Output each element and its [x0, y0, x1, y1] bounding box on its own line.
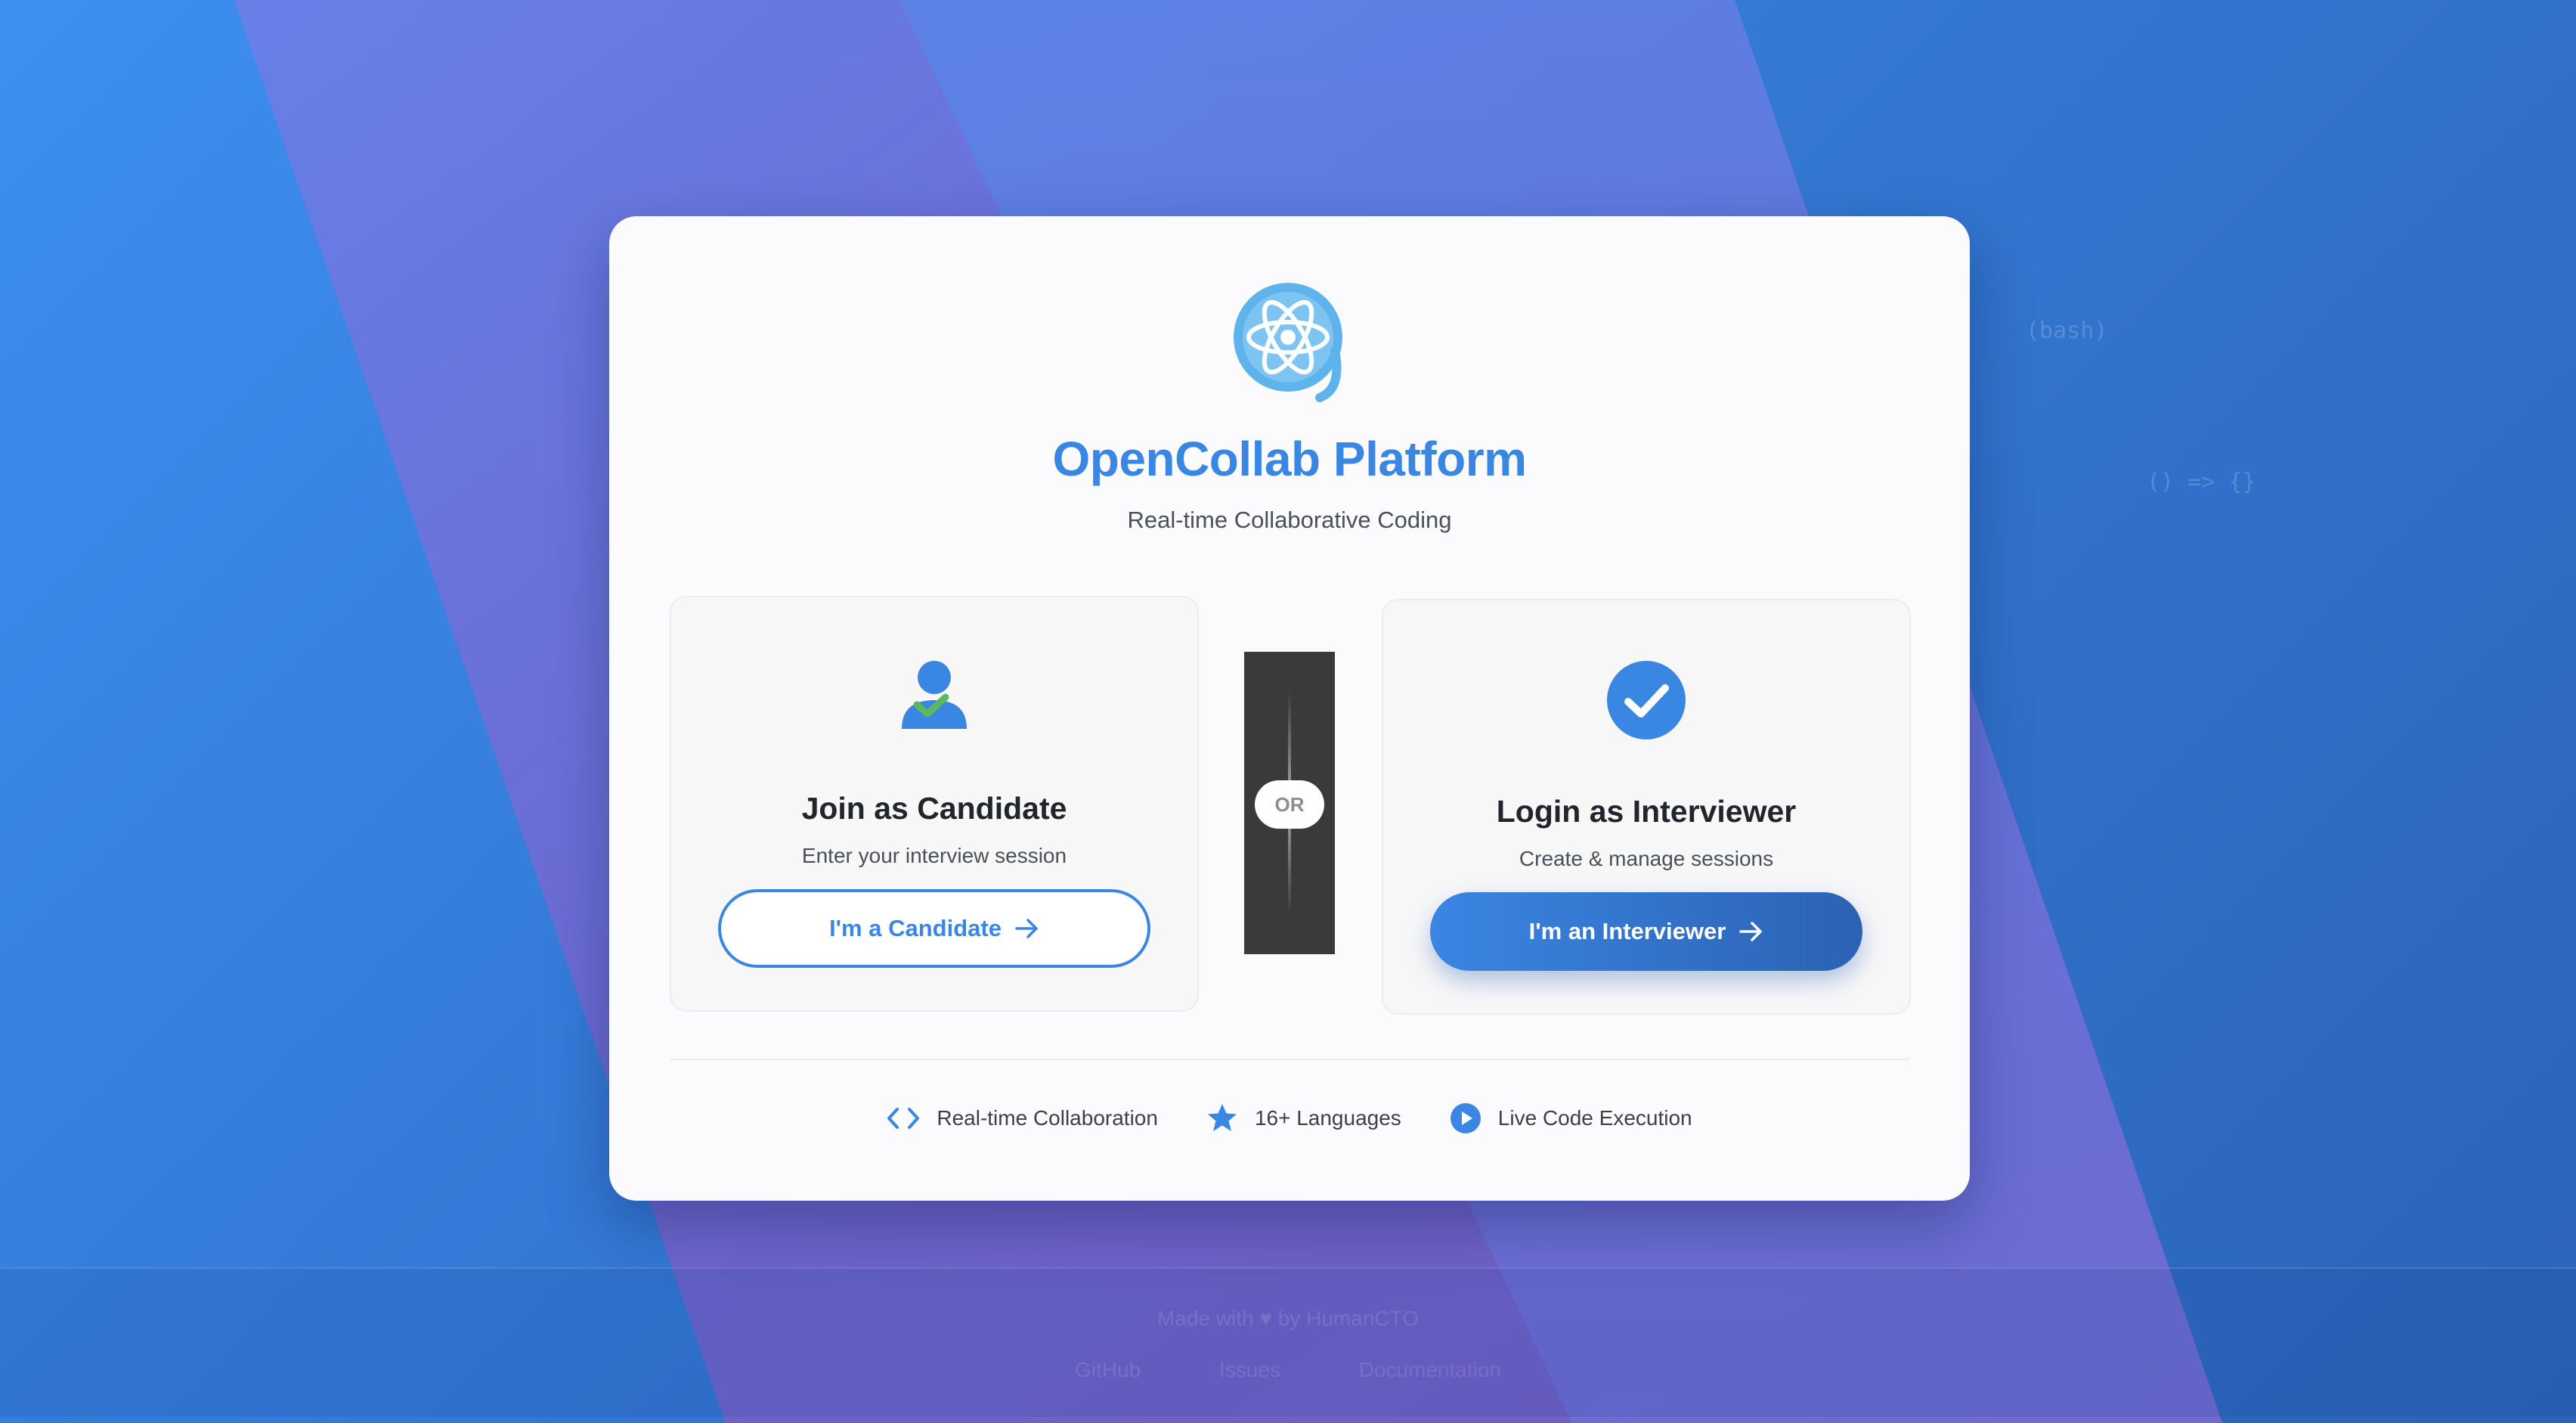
role-selection-card: OpenCollab Platform Real-time Collaborat… [609, 216, 1970, 1201]
candidate-button[interactable]: I'm a Candidate [718, 889, 1150, 968]
feature-label: 16+ Languages [1254, 1106, 1401, 1130]
candidate-title: Join as Candidate [801, 791, 1067, 826]
candidate-option-card: Join as Candidate Enter your interview s… [670, 596, 1199, 1012]
background-code-text: (bash) [2026, 318, 2108, 344]
play-circle-icon [1450, 1102, 1482, 1134]
arrow-right-icon [1739, 921, 1763, 942]
feature-label: Live Code Execution [1497, 1106, 1692, 1130]
footer-link-issues[interactable]: Issues [1219, 1358, 1280, 1381]
star-icon [1206, 1103, 1238, 1133]
interviewer-button-label: I'm an Interviewer [1528, 918, 1726, 944]
feature-list: Real-time Collaboration 16+ Languages Li… [609, 1102, 1970, 1134]
footer-link-github[interactable]: GitHub [1075, 1358, 1141, 1381]
feature-item: 16+ Languages [1206, 1103, 1401, 1133]
card-separator [670, 1059, 1909, 1060]
user-check-icon [671, 658, 1197, 736]
interviewer-description: Create & manage sessions [1519, 847, 1774, 870]
app-title: OpenCollab Platform [1052, 432, 1528, 486]
or-badge: OR [1255, 780, 1324, 829]
interviewer-button[interactable]: I'm an Interviewer [1430, 892, 1862, 971]
candidate-description: Enter your interview session [801, 844, 1067, 867]
footer-link-documentation[interactable]: Documentation [1359, 1358, 1501, 1381]
app-subtitle: Real-time Collaborative Coding [1127, 507, 1452, 533]
page-footer [0, 1267, 2576, 1417]
atom-logo-icon [1229, 275, 1350, 404]
code-brackets-icon [887, 1106, 920, 1130]
footer-links: GitHub Issues Documentation [0, 1358, 2576, 1382]
interviewer-title: Login as Interviewer [1496, 794, 1797, 829]
background-code-text: () => {} [2147, 469, 2256, 495]
check-circle-icon [1383, 661, 1909, 739]
interviewer-option-card: Login as Interviewer Create & manage ses… [1382, 599, 1911, 1015]
or-divider: OR [1244, 652, 1335, 954]
feature-label: Real-time Collaboration [937, 1106, 1158, 1130]
candidate-button-label: I'm a Candidate [829, 915, 1002, 941]
feature-item: Live Code Execution [1450, 1102, 1692, 1134]
landing-page: (bash) () => {} Made with ♥ by HumanCTO … [0, 0, 2576, 1423]
arrow-right-icon [1015, 918, 1039, 939]
footer-credit: Made with ♥ by HumanCTO [1156, 1307, 1419, 1330]
feature-item: Real-time Collaboration [887, 1106, 1158, 1130]
